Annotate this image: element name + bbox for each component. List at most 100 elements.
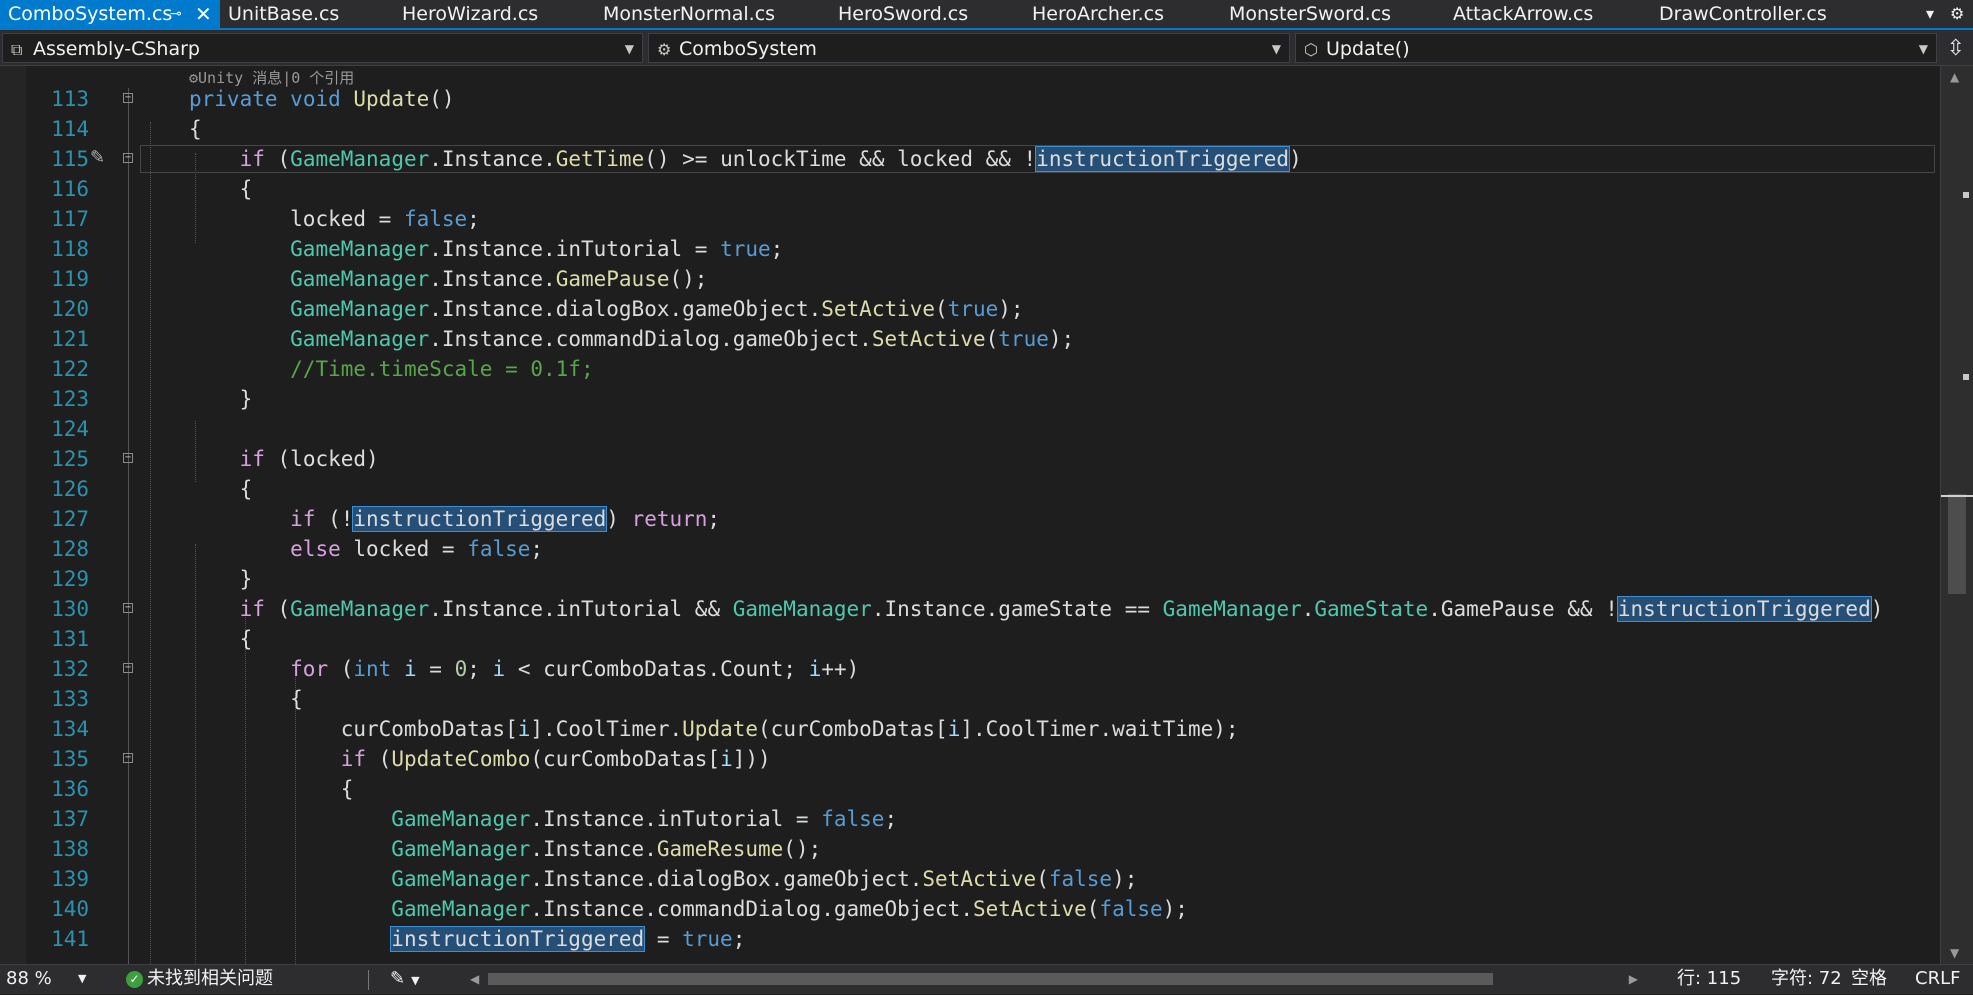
code-line[interactable]: 141 instructionTriggered = true; — [0, 924, 1940, 954]
code-line[interactable]: 140 GameManager.Instance.commandDialog.g… — [0, 894, 1940, 924]
code-line[interactable]: 126 { — [0, 474, 1940, 504]
code-cleanup-button[interactable]: ✎ ▼ — [390, 965, 420, 995]
code-line[interactable]: 132 − for (int i = 0; i < curComboDatas.… — [0, 654, 1940, 684]
collapse-icon[interactable]: − — [123, 753, 133, 763]
code-line[interactable]: 122 //Time.timeScale = 0.1f; — [0, 354, 1940, 384]
collapse-icon[interactable]: − — [123, 663, 133, 673]
document-tab-bar: ComboSystem.cs ⊸ ✕ UnitBase.cs HeroWizar… — [0, 0, 1973, 30]
code-editor[interactable]: ⚙Unity 消息|0 个引用 113 − private void Updat… — [0, 66, 1940, 964]
line-number: 133 — [51, 687, 89, 711]
chevron-down-icon: ▼ — [78, 972, 87, 985]
collapse-icon[interactable]: − — [123, 603, 133, 613]
tab-monsternormal[interactable]: MonsterNormal.cs — [603, 0, 775, 28]
code-line[interactable]: 120 GameManager.Instance.dialogBox.gameO… — [0, 294, 1940, 324]
member-label: Update() — [1326, 38, 1410, 60]
code-line[interactable]: 128 else locked = false; — [0, 534, 1940, 564]
code-line[interactable]: 125 − if (locked) — [0, 444, 1940, 474]
zoom-dropdown[interactable]: 88 % ▼ — [0, 965, 90, 993]
member-dropdown[interactable]: ⬡ Update() ▼ — [1295, 33, 1937, 63]
caret-position-marker — [1941, 495, 1973, 497]
code-line[interactable]: 139 GameManager.Instance.dialogBox.gameO… — [0, 864, 1940, 894]
code-line[interactable]: 131 { — [0, 624, 1940, 654]
line-number: 132 — [51, 657, 89, 681]
line-number: 123 — [51, 387, 89, 411]
line-indicator[interactable]: 行: 115 — [1677, 965, 1741, 993]
line-number: 126 — [51, 477, 89, 501]
tab-attackarrow[interactable]: AttackArrow.cs — [1453, 0, 1593, 28]
code-text: if (GameManager.Instance.GetTime() >= un… — [239, 146, 1302, 172]
class-icon: ⚙ — [657, 40, 672, 59]
code-line[interactable]: 136 { — [0, 774, 1940, 804]
pin-icon[interactable]: ⊸ — [170, 0, 182, 28]
line-number: 141 — [51, 927, 89, 951]
tab-herosword[interactable]: HeroSword.cs — [838, 0, 968, 28]
line-number: 117 — [51, 207, 89, 231]
quick-actions-brush-icon[interactable]: ✎ — [90, 147, 105, 168]
code-line[interactable]: 119 GameManager.Instance.GamePause(); — [0, 264, 1940, 294]
code-text: GameManager.Instance.commandDialog.gameO… — [391, 897, 1188, 921]
line-number: 119 — [51, 267, 89, 291]
indent-mode[interactable]: 空格 — [1851, 965, 1887, 993]
issues-indicator[interactable]: ✓ 未找到相关问题 — [126, 965, 273, 993]
code-line[interactable]: 121 GameManager.Instance.commandDialog.g… — [0, 324, 1940, 354]
scroll-down-arrow-icon[interactable]: ▼ — [1950, 946, 1959, 960]
code-text: else locked = false; — [290, 537, 544, 561]
scrollbar-thumb[interactable] — [1948, 494, 1966, 594]
collapse-icon[interactable]: − — [123, 153, 133, 163]
code-line[interactable]: 138 GameManager.Instance.GameResume(); — [0, 834, 1940, 864]
divider — [368, 970, 369, 990]
code-line-current[interactable]: 115 ✎ − if (GameManager.Instance.GetTime… — [0, 144, 1940, 174]
project-icon: ⧉ — [11, 40, 23, 59]
line-number: 131 — [51, 627, 89, 651]
line-number: 135 — [51, 747, 89, 771]
line-number: 122 — [51, 357, 89, 381]
code-text: locked = false; — [290, 207, 480, 231]
code-text: GameManager.Instance.dialogBox.gameObjec… — [391, 867, 1138, 891]
tab-drawcontroller[interactable]: DrawController.cs — [1659, 0, 1827, 28]
code-line[interactable]: 113 − private void Update() — [0, 84, 1940, 114]
tab-overflow-icon[interactable]: ▾ — [1926, 0, 1934, 28]
line-number: 127 — [51, 507, 89, 531]
horizontal-scrollbar[interactable]: ◀ ▶ — [470, 969, 1638, 989]
code-line[interactable]: 133 { — [0, 684, 1940, 714]
code-line[interactable]: 137 GameManager.Instance.inTutorial = fa… — [0, 804, 1940, 834]
horizontal-scrollbar-thumb[interactable] — [488, 973, 1493, 985]
line-ending[interactable]: CRLF — [1915, 965, 1960, 993]
project-dropdown[interactable]: ⧉ Assembly-CSharp ▼ — [2, 33, 643, 63]
class-dropdown[interactable]: ⚙ ComboSystem ▼ — [648, 33, 1290, 63]
code-line[interactable]: 130 − if (GameManager.Instance.inTutoria… — [0, 594, 1940, 624]
code-line[interactable]: 114 { — [0, 114, 1940, 144]
settings-gear-icon[interactable]: ⚙ — [1950, 0, 1964, 28]
code-line[interactable]: 117 locked = false; — [0, 204, 1940, 234]
split-window-icon[interactable]: ⇳ — [1947, 36, 1965, 61]
scroll-left-arrow-icon[interactable]: ◀ — [470, 969, 479, 989]
chevron-down-icon: ▼ — [1918, 42, 1928, 56]
tab-heroarcher[interactable]: HeroArcher.cs — [1032, 0, 1164, 28]
code-line[interactable]: 135 − if (UpdateCombo(curComboDatas[i])) — [0, 744, 1940, 774]
close-icon[interactable]: ✕ — [195, 0, 212, 28]
line-number: 129 — [51, 567, 89, 591]
tab-label: ComboSystem.cs — [8, 3, 173, 25]
tab-combosystem[interactable]: ComboSystem.cs ⊸ ✕ — [0, 0, 220, 28]
code-line[interactable]: 124 — [0, 414, 1940, 444]
code-line[interactable]: 134 curComboDatas[i].CoolTimer.Update(cu… — [0, 714, 1940, 744]
tab-herowizard[interactable]: HeroWizard.cs — [402, 0, 538, 28]
scroll-right-arrow-icon[interactable]: ▶ — [1629, 969, 1638, 989]
issues-text: 未找到相关问题 — [147, 968, 273, 989]
tab-monstersword[interactable]: MonsterSword.cs — [1229, 0, 1391, 28]
code-line[interactable]: 116 { — [0, 174, 1940, 204]
project-label: Assembly-CSharp — [33, 38, 200, 60]
vertical-scrollbar[interactable]: ▲ ▼ — [1940, 66, 1973, 964]
tab-unitbase[interactable]: UnitBase.cs — [228, 0, 339, 28]
line-number: 115 — [51, 147, 89, 171]
scroll-up-arrow-icon[interactable]: ▲ — [1950, 70, 1959, 84]
code-line[interactable]: 118 GameManager.Instance.inTutorial = tr… — [0, 234, 1940, 264]
column-indicator[interactable]: 字符: 72 — [1771, 965, 1842, 993]
code-text: if (GameManager.Instance.inTutorial && G… — [239, 596, 1884, 622]
collapse-icon[interactable]: − — [123, 93, 133, 103]
collapse-icon[interactable]: − — [123, 453, 133, 463]
line-number: 113 — [51, 87, 89, 111]
code-line[interactable]: 127 if (!instructionTriggered) return; — [0, 504, 1940, 534]
code-line[interactable]: 129 } — [0, 564, 1940, 594]
code-line[interactable]: 123 } — [0, 384, 1940, 414]
